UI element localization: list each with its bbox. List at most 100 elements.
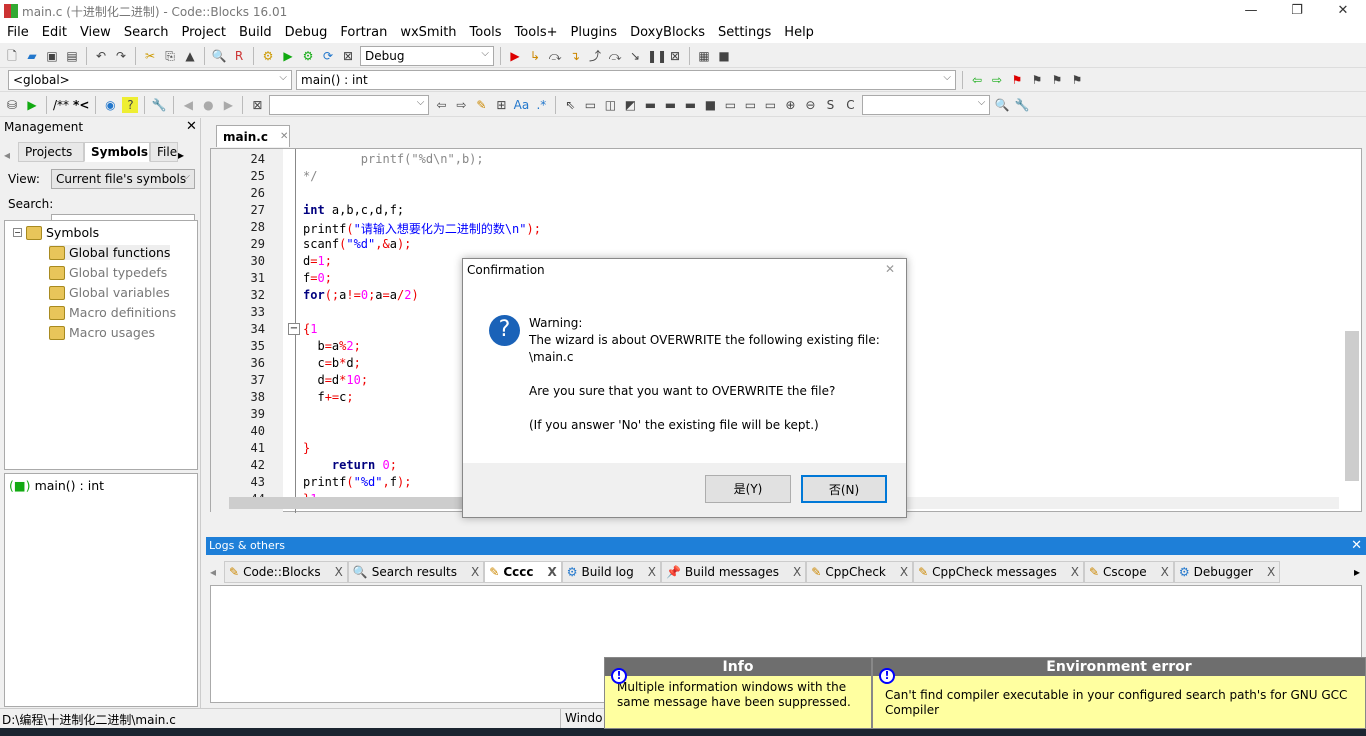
menu-search[interactable]: Search: [117, 25, 175, 40]
run-to-cursor-icon[interactable]: ↳: [527, 48, 543, 64]
menu-help[interactable]: Help: [777, 25, 820, 40]
no-button[interactable]: 否(N): [801, 475, 887, 503]
editor-tab-main-c[interactable]: main.c ✕: [216, 125, 290, 147]
tab-files[interactable]: Files: [150, 142, 178, 162]
shape9-icon[interactable]: ▭: [762, 97, 778, 113]
tree-node-global-variables[interactable]: Global variables: [49, 285, 170, 300]
minimize-button[interactable]: —: [1228, 0, 1274, 22]
search-prev-icon[interactable]: ⇦: [433, 97, 449, 113]
highlight-icon[interactable]: ✎: [473, 97, 489, 113]
doxywizard-icon[interactable]: ◉: [102, 97, 118, 113]
tab-symbols[interactable]: Symbols: [84, 142, 150, 162]
debug-windows-icon[interactable]: ▦: [696, 48, 712, 64]
shape3-icon[interactable]: ▬: [642, 97, 658, 113]
yes-button[interactable]: 是(Y): [705, 475, 791, 503]
menu-build[interactable]: Build: [232, 25, 278, 40]
dialog-close-button[interactable]: ✕: [885, 262, 895, 276]
log-tab-build-messages[interactable]: 📌 Build messages X: [660, 561, 807, 583]
shape8-icon[interactable]: ▭: [742, 97, 758, 113]
info-popup[interactable]: Info ! Multiple information windows with…: [604, 657, 872, 729]
c-icon[interactable]: C: [842, 97, 858, 113]
debug-info-icon[interactable]: ■: [716, 48, 732, 64]
menu-file[interactable]: File: [0, 25, 35, 40]
environment-error-popup[interactable]: Environment error ! Can't find compiler …: [872, 657, 1366, 729]
run-icon[interactable]: ▶: [280, 48, 296, 64]
menu-settings[interactable]: Settings: [711, 25, 777, 40]
shape1-icon[interactable]: ◫: [602, 97, 618, 113]
run-tool-icon[interactable]: ▶: [24, 97, 40, 113]
fold-collapse-icon[interactable]: −: [288, 323, 300, 335]
log-tab-search-results[interactable]: 🔍 Search results X: [347, 561, 485, 583]
next-line-icon[interactable]: ⤼: [547, 48, 563, 64]
menu-plugins[interactable]: Plugins: [564, 25, 624, 40]
view-select[interactable]: Current file's symbols ⌵: [51, 169, 195, 189]
comment-line-button[interactable]: *<: [73, 98, 89, 112]
tree-node-global-typedefs[interactable]: Global typedefs: [49, 265, 167, 280]
s-icon[interactable]: S: [822, 97, 838, 113]
undo-icon[interactable]: ↶: [93, 48, 109, 64]
search-symbol-icon[interactable]: 🔍: [994, 97, 1010, 113]
tab-close-icon[interactable]: ✕: [280, 131, 288, 142]
wrench-icon[interactable]: 🔧: [151, 97, 167, 113]
search-next-icon[interactable]: ⇨: [453, 97, 469, 113]
pointer-icon[interactable]: ⇖: [562, 97, 578, 113]
log-tab-cppcheck[interactable]: ✎ CppCheck X: [806, 561, 914, 583]
zoom-in-icon[interactable]: ⊕: [782, 97, 798, 113]
log-tab-cscope[interactable]: ✎ Cscope X: [1083, 561, 1174, 583]
incremental-search-input[interactable]: ⌵: [269, 94, 430, 115]
restore-button[interactable]: ❐: [1274, 0, 1320, 22]
shape4-icon[interactable]: ▬: [662, 97, 678, 113]
menu-doxyblocks[interactable]: DoxyBlocks: [623, 25, 711, 40]
dot-icon[interactable]: ●: [200, 97, 216, 113]
shape7-icon[interactable]: ▭: [722, 97, 738, 113]
settings-wrench-icon[interactable]: 🔧: [1014, 97, 1030, 113]
cut-icon[interactable]: ✂: [142, 48, 158, 64]
tab-scroll-left-icon[interactable]: ◂: [4, 148, 18, 162]
menu-project[interactable]: Project: [174, 25, 231, 40]
tree-node-macro-definitions[interactable]: Macro definitions: [49, 305, 176, 320]
regex-icon[interactable]: .*: [533, 97, 549, 113]
menu-wxsmith[interactable]: wxSmith: [393, 25, 462, 40]
collapse-icon[interactable]: −: [13, 228, 22, 237]
rebuild-icon[interactable]: ⟳: [320, 48, 336, 64]
logs-close-button[interactable]: ✕: [1351, 537, 1362, 555]
tree-node-symbols[interactable]: − Symbols: [13, 225, 99, 240]
tree-node-global-functions[interactable]: Global functions: [49, 245, 171, 260]
next-icon[interactable]: ▶: [220, 97, 236, 113]
abort-icon[interactable]: ⊠: [340, 48, 356, 64]
scope-select[interactable]: <global> ⌵: [8, 69, 292, 90]
prev-icon[interactable]: ◀: [180, 97, 196, 113]
paste-icon[interactable]: ▲: [182, 48, 198, 64]
menu-edit[interactable]: Edit: [35, 25, 73, 40]
debug-run-icon[interactable]: ▶: [507, 48, 523, 64]
function-select[interactable]: main() : int ⌵: [296, 69, 956, 90]
shape6-icon[interactable]: ■: [702, 97, 718, 113]
build-icon[interactable]: ⚙: [260, 48, 276, 64]
symbol-search-input[interactable]: ⌵: [862, 94, 991, 115]
new-file-icon[interactable]: 🗋: [4, 48, 20, 64]
step-into-icon[interactable]: ↴: [567, 48, 583, 64]
toggle-bookmark-icon[interactable]: ⚑: [1009, 72, 1025, 88]
log-tab-codeblocks[interactable]: ✎ Code::Blocks X: [224, 561, 348, 583]
clear-bookmarks-icon[interactable]: ⚑: [1069, 72, 1085, 88]
tree-node-macro-usages[interactable]: Macro usages: [49, 325, 155, 340]
log-tab-build-log[interactable]: ⚙ Build log X: [561, 561, 661, 583]
log-tab-cccc[interactable]: ✎ Cccc X: [484, 561, 562, 583]
prev-bookmark-icon[interactable]: ⚑: [1029, 72, 1045, 88]
clear-icon[interactable]: ⊠: [249, 97, 265, 113]
redo-icon[interactable]: ↷: [113, 48, 129, 64]
build-run-icon[interactable]: ⚙: [300, 48, 316, 64]
menu-tools[interactable]: Tools: [463, 25, 508, 40]
jump-back-icon[interactable]: ⇦: [969, 72, 985, 88]
rect-icon[interactable]: ▭: [582, 97, 598, 113]
menu-view[interactable]: View: [73, 25, 117, 40]
log-tab-debugger[interactable]: ⚙ Debugger X: [1173, 561, 1281, 583]
stop-debug-icon[interactable]: ⊠: [667, 48, 683, 64]
pause-icon[interactable]: ❚❚: [647, 48, 667, 64]
menu-fortran[interactable]: Fortran: [333, 25, 393, 40]
tool-icon[interactable]: ⛁: [4, 97, 20, 113]
step-instruction-icon[interactable]: ↘: [627, 48, 643, 64]
logs-tab-left-icon[interactable]: ◂: [210, 565, 224, 579]
close-button[interactable]: ✕: [1320, 0, 1366, 22]
save-icon[interactable]: ▣: [44, 48, 60, 64]
